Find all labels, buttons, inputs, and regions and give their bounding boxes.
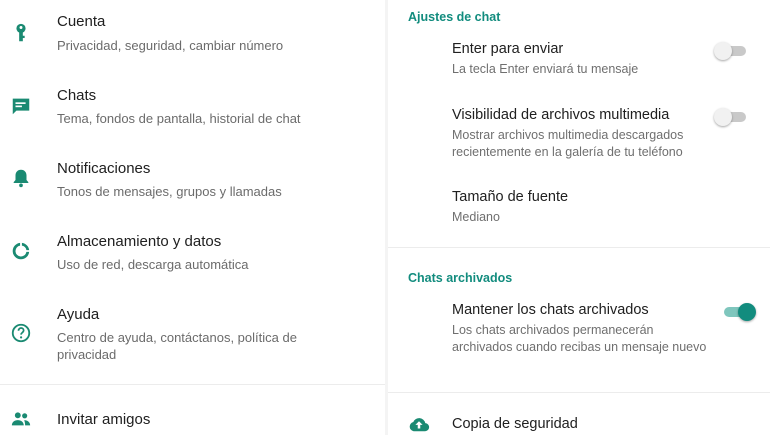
settings-item-invitar[interactable]: Invitar amigos bbox=[0, 386, 385, 435]
people-icon bbox=[11, 412, 31, 426]
setting-title: Mantener los chats archivados bbox=[452, 302, 649, 318]
settings-item-title: Cuenta bbox=[57, 13, 106, 30]
setting-font-size[interactable]: Tamaño de fuente Mediano bbox=[452, 189, 752, 226]
data-usage-icon bbox=[12, 242, 30, 260]
font-size-value: Mediano bbox=[452, 210, 500, 224]
key-icon bbox=[16, 23, 26, 42]
toggle-thumb bbox=[714, 42, 732, 60]
chat-settings-panel: Ajustes de chat Enter para enviar La tec… bbox=[388, 0, 770, 435]
toggle-thumb bbox=[714, 108, 732, 126]
setting-title: Tamaño de fuente bbox=[452, 189, 569, 205]
cloud-upload-icon[interactable] bbox=[408, 415, 430, 433]
settings-item-subtitle: Privacidad, seguridad, cambiar número bbox=[57, 38, 284, 53]
setting-subtitle: Los chats archivados permanecerán archiv… bbox=[452, 323, 707, 354]
divider bbox=[388, 247, 770, 248]
enter-to-send-toggle[interactable] bbox=[714, 42, 746, 60]
settings-item-subtitle: Tema, fondos de pantalla, historial de c… bbox=[57, 111, 301, 126]
settings-item-subtitle: Centro de ayuda, contáctanos, política d… bbox=[57, 330, 297, 362]
settings-item-title: Invitar amigos bbox=[57, 411, 151, 428]
setting-title: Visibilidad de archivos multimedia bbox=[452, 107, 670, 123]
settings-item-notificaciones[interactable]: Notificaciones Tonos de mensajes, grupos… bbox=[0, 146, 385, 218]
bell-icon bbox=[13, 169, 29, 188]
media-visibility-toggle[interactable] bbox=[714, 108, 746, 126]
settings-item-cuenta[interactable]: Cuenta Privacidad, seguridad, cambiar nú… bbox=[0, 0, 385, 72]
keep-archived-toggle[interactable] bbox=[724, 303, 756, 321]
settings-item-title: Chats bbox=[57, 87, 97, 104]
chat-icon bbox=[12, 98, 30, 115]
settings-item-title: Notificaciones bbox=[57, 160, 151, 177]
setting-keep-archived[interactable]: Mantener los chats archivados Los chats … bbox=[452, 302, 752, 356]
settings-item-almacenamiento[interactable]: Almacenamiento y datos Uso de red, desca… bbox=[0, 219, 385, 291]
settings-menu-panel: Cuenta Privacidad, seguridad, cambiar nú… bbox=[0, 0, 385, 435]
section-header-chat-settings: Ajustes de chat bbox=[408, 10, 501, 24]
divider bbox=[0, 384, 385, 385]
settings-item-ayuda[interactable]: Ayuda Centro de ayuda, contáctanos, polí… bbox=[0, 292, 385, 382]
backup-label[interactable]: Copia de seguridad bbox=[452, 416, 578, 432]
settings-item-title: Almacenamiento y datos bbox=[57, 233, 222, 250]
setting-enter-to-send[interactable]: Enter para enviar La tecla Enter enviará… bbox=[452, 41, 752, 78]
setting-title: Enter para enviar bbox=[452, 41, 564, 57]
settings-item-subtitle: Tonos de mensajes, grupos y llamadas bbox=[57, 184, 282, 199]
setting-media-visibility[interactable]: Visibilidad de archivos multimedia Mostr… bbox=[452, 107, 752, 161]
settings-item-subtitle: Uso de red, descarga automática bbox=[57, 257, 249, 272]
section-header-archived-chats: Chats archivados bbox=[408, 271, 513, 285]
help-icon bbox=[11, 323, 31, 343]
settings-item-chats[interactable]: Chats Tema, fondos de pantalla, historia… bbox=[0, 73, 385, 145]
settings-item-title: Ayuda bbox=[57, 306, 100, 323]
setting-subtitle: La tecla Enter enviará tu mensaje bbox=[452, 62, 639, 76]
divider bbox=[388, 392, 770, 393]
setting-subtitle: Mostrar archivos multimedia descargados … bbox=[452, 128, 684, 159]
toggle-thumb bbox=[738, 303, 756, 321]
